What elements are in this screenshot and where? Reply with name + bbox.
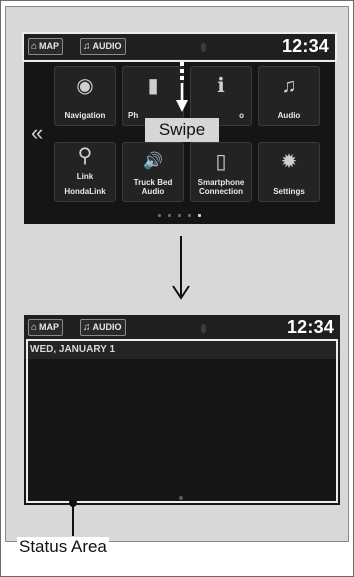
page-dot bbox=[178, 214, 181, 217]
callout-label: Status Area bbox=[17, 537, 109, 557]
tile-sublabel: Link bbox=[76, 172, 94, 181]
truck-bed-audio-icon: 🔊 bbox=[143, 153, 163, 170]
tile-navigation[interactable]: ◉ Navigation bbox=[54, 66, 116, 126]
tile-label: Truck Bed Audio bbox=[133, 178, 173, 196]
page-dot bbox=[158, 214, 161, 217]
map-button[interactable]: ⌂ MAP bbox=[28, 319, 64, 336]
page-indicator bbox=[158, 214, 201, 217]
smartphone-icon: ▯ bbox=[215, 151, 227, 173]
double-chevron-left-icon[interactable]: « bbox=[31, 122, 43, 144]
home-icon: ⌂ bbox=[31, 321, 38, 333]
hondalink-icon: ⚲ bbox=[77, 145, 93, 167]
tile-smartphone-connection[interactable]: ▯ Smartphone Connection bbox=[190, 142, 252, 202]
tile-settings[interactable]: ✹ Settings bbox=[258, 142, 320, 202]
map-button[interactable]: ⌂ MAP bbox=[28, 38, 64, 55]
tile-hondalink[interactable]: ⚲ Link HondaLink bbox=[54, 142, 116, 202]
audio-button[interactable]: ♫ AUDIO bbox=[80, 38, 126, 55]
tile-label: HondaLink bbox=[64, 187, 106, 196]
swipe-down-arrow-icon bbox=[176, 62, 188, 112]
tile-label: Settings bbox=[273, 187, 305, 196]
compass-icon: ◉ bbox=[76, 75, 94, 97]
status-indicator bbox=[201, 43, 206, 52]
page-dot-active bbox=[198, 214, 201, 217]
swipe-label: Swipe bbox=[145, 118, 219, 142]
clock: 12:34 bbox=[281, 36, 329, 56]
callout-leader-line bbox=[72, 502, 74, 536]
home-icon: ⌂ bbox=[31, 40, 38, 52]
audio-button-label: AUDIO bbox=[92, 322, 122, 332]
audio-button[interactable]: ♫ AUDIO bbox=[80, 319, 126, 336]
tile-label: Audio bbox=[277, 111, 301, 120]
tile-truck-bed-audio[interactable]: 🔊 Truck Bed Audio bbox=[122, 142, 184, 202]
status-bar[interactable]: ⌂ MAP ♫ AUDIO 12:34 bbox=[22, 32, 337, 62]
page-dot bbox=[188, 214, 191, 217]
map-button-label: MAP bbox=[39, 41, 60, 51]
status-area-highlight bbox=[26, 339, 338, 503]
status-bar[interactable]: ⌂ MAP ♫ AUDIO 12:34 bbox=[24, 315, 340, 341]
tile-phone[interactable]: ▮ Ph bbox=[122, 66, 184, 126]
audio-button-label: AUDIO bbox=[92, 41, 122, 51]
clock: 12:34 bbox=[286, 317, 334, 337]
gear-icon: ✹ bbox=[280, 151, 298, 173]
music-note-icon: ♫ bbox=[83, 321, 91, 333]
page-dot bbox=[168, 214, 171, 217]
tile-label: Navigation bbox=[64, 111, 106, 120]
down-arrow-icon bbox=[172, 236, 190, 300]
tile-audio[interactable]: ♫ Audio bbox=[258, 66, 320, 126]
status-indicator bbox=[201, 324, 206, 333]
status-area-screen: ⌂ MAP ♫ AUDIO 12:34 WED, JANUARY 1 bbox=[24, 315, 340, 505]
music-note-icon: ♫ bbox=[281, 75, 297, 97]
phone-icon: ▮ bbox=[147, 75, 159, 97]
page-dot bbox=[179, 496, 183, 500]
tile-info[interactable]: ℹ o bbox=[190, 66, 252, 126]
tile-label: Smartphone Connection bbox=[197, 178, 245, 196]
info-icon: ℹ bbox=[217, 75, 225, 97]
map-button-label: MAP bbox=[39, 322, 60, 332]
music-note-icon: ♫ bbox=[83, 40, 91, 52]
callout-anchor-dot bbox=[69, 499, 77, 507]
home-screen: ⌂ MAP ♫ AUDIO 12:34 « ◉ Navigation ▮ Ph … bbox=[22, 32, 337, 224]
